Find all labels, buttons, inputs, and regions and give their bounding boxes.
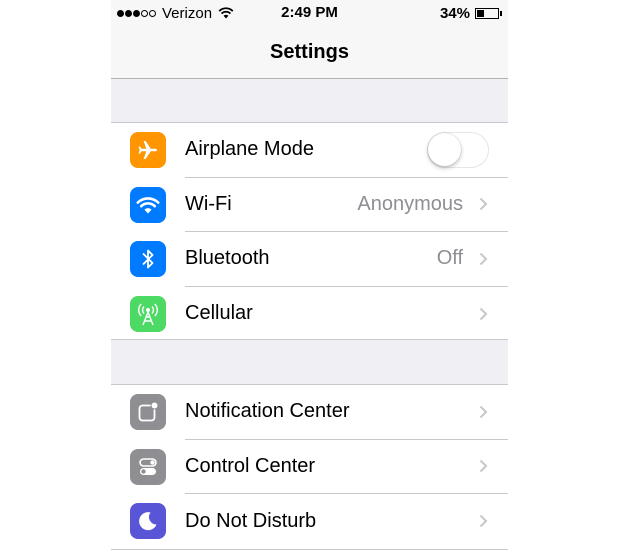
row-label: Control Center: [185, 454, 316, 477]
row-label: Notification Center: [185, 400, 350, 423]
settings-row-content: Bluetooth Off: [185, 232, 508, 287]
navigation-bar: Settings: [111, 26, 508, 79]
battery-tip: [500, 10, 502, 16]
row-label: Bluetooth: [185, 247, 270, 270]
bluetooth-status-value: Off: [436, 247, 463, 270]
settings-group-connectivity: Airplane Mode Wi-Fi Anonymous Bluetooth …: [111, 122, 508, 340]
chevron-right-icon: [479, 460, 488, 473]
bluetooth-icon: [130, 241, 166, 278]
phone-screen: Verizon 2:49 PM 34% Settings Airplane Mo…: [111, 0, 508, 550]
wifi-icon: [130, 186, 166, 223]
chevron-right-icon: [479, 198, 488, 211]
settings-row-content: Control Center: [185, 440, 508, 494]
settings-row-content: Airplane Mode: [185, 123, 508, 178]
chevron-right-icon: [479, 515, 488, 528]
settings-row-cellular[interactable]: Cellular: [111, 287, 508, 342]
settings-row-notification-center[interactable]: Notification Center: [111, 385, 508, 440]
battery-icon: [475, 7, 499, 19]
settings-row-content: Wi-Fi Anonymous: [185, 178, 508, 232]
settings-row-do-not-disturb[interactable]: Do Not Disturb: [111, 494, 508, 549]
row-label: Wi-Fi: [185, 192, 232, 215]
settings-row-bluetooth[interactable]: Bluetooth Off: [111, 232, 508, 287]
moon-icon: [130, 503, 166, 540]
chevron-right-icon: [479, 307, 488, 320]
settings-row-content: Cellular: [185, 287, 508, 342]
settings-row-control-center[interactable]: Control Center: [111, 440, 508, 494]
row-label: Do Not Disturb: [185, 509, 317, 532]
status-bar: Verizon 2:49 PM 34%: [111, 0, 508, 26]
page-title: Settings: [270, 41, 349, 63]
settings-row-content: Notification Center: [185, 385, 508, 440]
settings-row-content: Do Not Disturb: [185, 494, 508, 549]
wifi-network-value: Anonymous: [357, 192, 463, 215]
airplane-icon: [130, 132, 166, 169]
settings-row-wifi[interactable]: Wi-Fi Anonymous: [111, 178, 508, 232]
airplane-mode-toggle[interactable]: [427, 131, 489, 168]
chevron-right-icon: [479, 252, 488, 265]
notification-center-icon: [130, 394, 166, 431]
control-center-icon: [130, 448, 166, 485]
settings-row-airplane-mode[interactable]: Airplane Mode: [111, 123, 508, 178]
settings-group-notifications: Notification Center Control Center Do No…: [111, 384, 508, 550]
battery-fill: [477, 9, 484, 17]
cellular-icon: [130, 295, 166, 332]
chevron-right-icon: [479, 405, 488, 418]
battery-percent: 34%: [439, 4, 470, 22]
row-label: Cellular: [185, 302, 253, 325]
toggle-knob: [428, 132, 461, 166]
status-right: 34%: [440, 4, 502, 22]
row-label: Airplane Mode: [185, 138, 314, 161]
